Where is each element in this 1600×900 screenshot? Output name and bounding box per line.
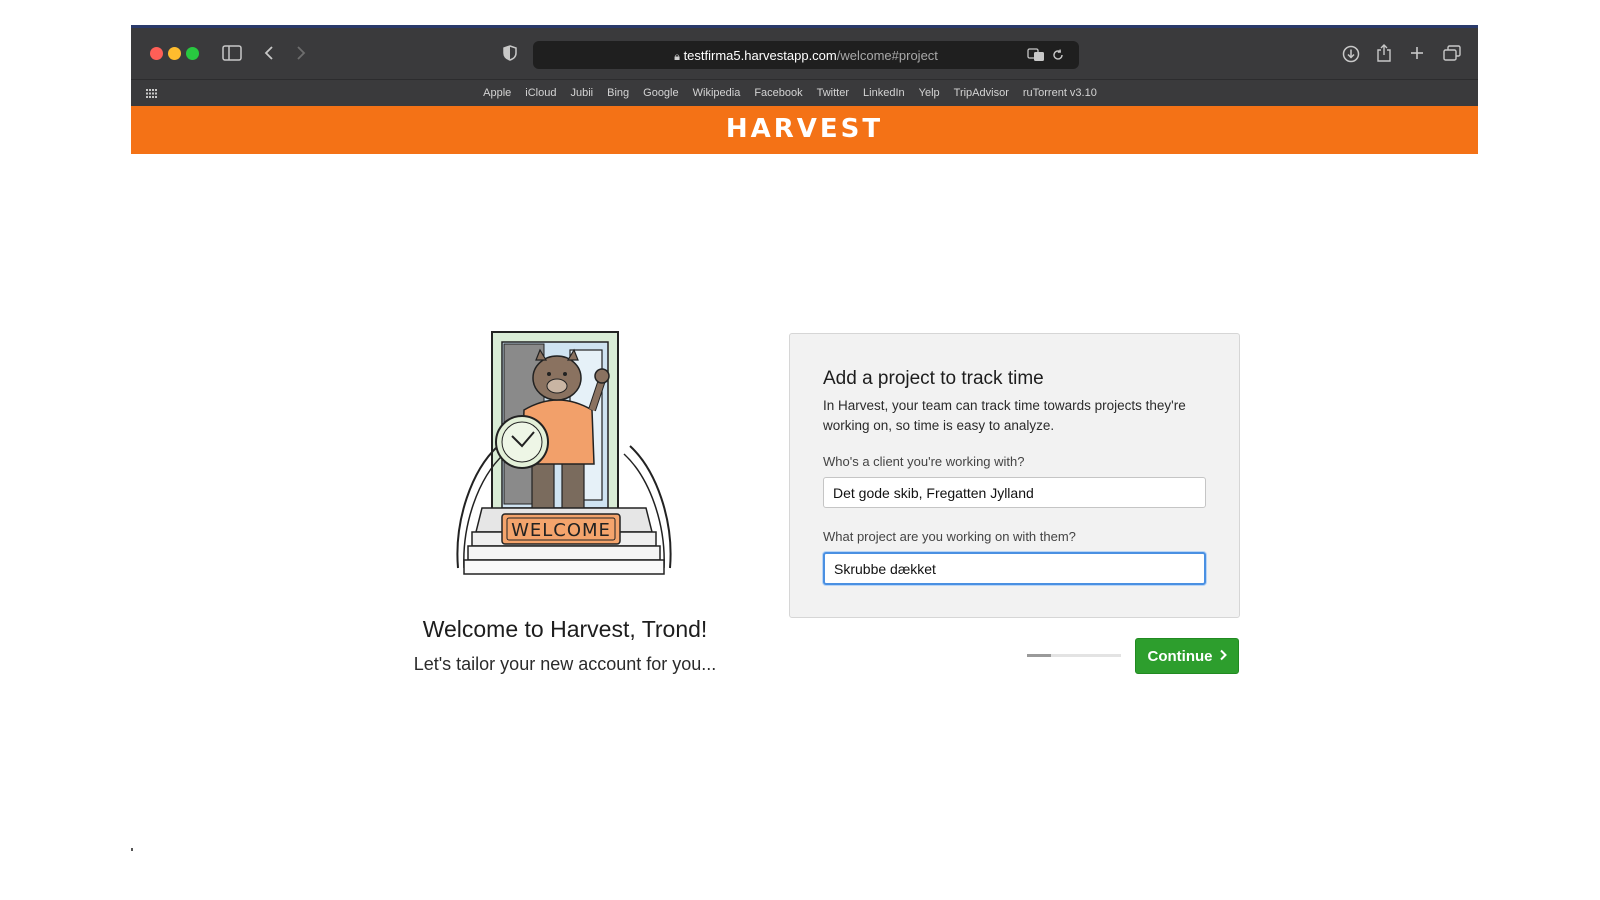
corner-mark — [131, 848, 133, 851]
url-host: testfirma5.harvestapp.com — [683, 48, 837, 63]
chevron-right-icon — [1219, 648, 1227, 665]
welcome-subtitle: Let's tailor your new account for you... — [413, 654, 717, 674]
translate-icon[interactable] — [1027, 47, 1045, 63]
harvest-logo[interactable]: HARVEST — [131, 114, 1478, 144]
toolbar-divider — [131, 79, 1478, 80]
minimize-window-button[interactable] — [168, 47, 181, 60]
url-text: 🔒︎ testfirma5.harvestapp.com/welcome#pro… — [533, 48, 1079, 64]
welcome-illustration: WELCOME — [452, 330, 676, 594]
tab-overview-icon[interactable] — [1442, 44, 1462, 62]
bookmark-item[interactable]: iCloud — [525, 87, 556, 99]
bookmark-item[interactable]: Bing — [607, 87, 629, 99]
bookmark-item[interactable]: Jubii — [570, 87, 593, 99]
sidebar-toggle-icon[interactable] — [222, 44, 242, 62]
bookmark-item[interactable]: Yelp — [919, 87, 940, 99]
bookmark-item[interactable]: Google — [643, 87, 678, 99]
new-tab-icon[interactable] — [1408, 44, 1426, 62]
url-path: /welcome#project — [836, 48, 938, 63]
bookmarks-list: Apple iCloud Jubii Bing Google Wikipedia… — [483, 87, 1097, 99]
window-top-strip — [131, 25, 1478, 28]
project-form-card: Add a project to track time In Harvest, … — [789, 333, 1240, 618]
bookmark-item[interactable]: TripAdvisor — [954, 87, 1009, 99]
reload-icon[interactable] — [1051, 47, 1065, 63]
continue-button[interactable]: Continue — [1135, 638, 1239, 674]
welcome-title: Welcome to Harvest, Trond! — [422, 616, 708, 642]
onboarding-progress-fill — [1027, 654, 1051, 657]
onboarding-progress — [1027, 654, 1121, 657]
harvest-header: HARVEST — [131, 106, 1478, 154]
bookmark-item[interactable]: Twitter — [817, 87, 849, 99]
welcome-mat-text: WELCOME — [511, 520, 611, 541]
zoom-window-button[interactable] — [186, 47, 199, 60]
project-label: What project are you working on with the… — [823, 529, 1076, 544]
downloads-icon[interactable] — [1341, 44, 1361, 64]
bookmark-item[interactable]: Apple — [483, 87, 511, 99]
bookmark-item[interactable]: Wikipedia — [693, 87, 741, 99]
card-description: In Harvest, your team can track time tow… — [823, 398, 1186, 433]
project-input[interactable] — [823, 552, 1206, 585]
client-input[interactable] — [823, 477, 1206, 508]
bookmarks-row: Apple iCloud Jubii Bing Google Wikipedia… — [0, 87, 1600, 99]
client-label: Who's a client you're working with? — [823, 454, 1025, 469]
back-icon[interactable] — [262, 44, 276, 62]
close-window-button[interactable] — [150, 47, 163, 60]
bookmark-item[interactable]: LinkedIn — [863, 87, 905, 99]
bookmark-item[interactable]: ruTorrent v3.10 — [1023, 87, 1097, 99]
forward-icon[interactable] — [294, 44, 308, 62]
bookmark-item[interactable]: Facebook — [754, 87, 802, 99]
card-title: Add a project to track time — [823, 368, 1044, 389]
privacy-shield-icon[interactable] — [502, 44, 518, 62]
continue-label: Continue — [1147, 647, 1213, 665]
lock-icon: 🔒︎ — [674, 51, 680, 63]
share-icon[interactable] — [1375, 42, 1393, 64]
address-bar[interactable]: 🔒︎ testfirma5.harvestapp.com/welcome#pro… — [533, 41, 1079, 69]
